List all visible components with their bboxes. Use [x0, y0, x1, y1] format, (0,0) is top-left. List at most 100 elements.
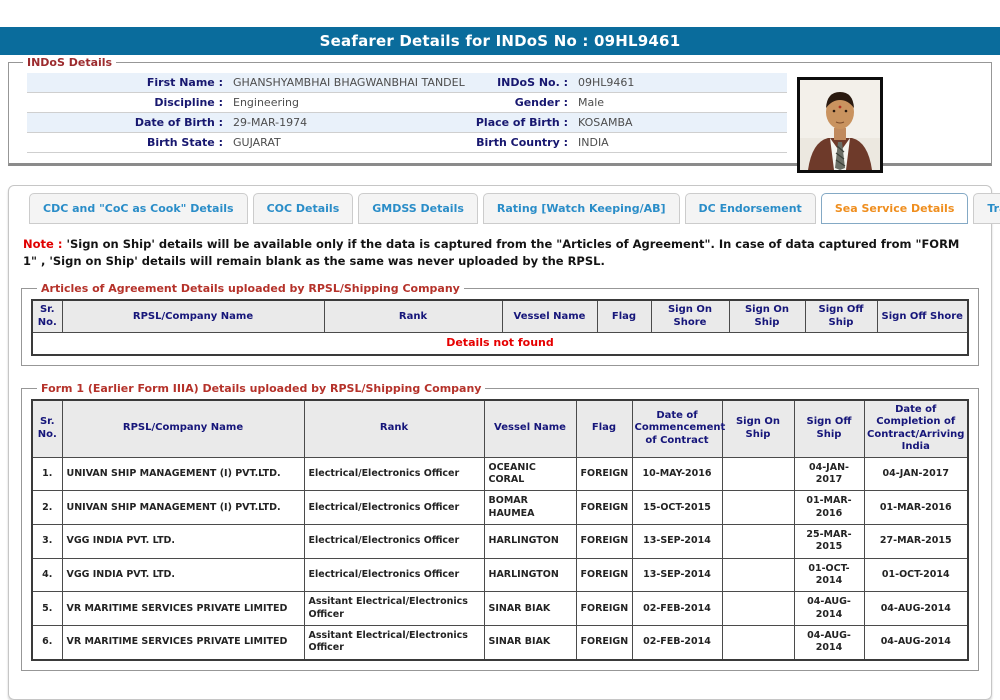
- cell-sign-off-ship: 01-MAR-2016: [794, 491, 864, 525]
- gender-label: Gender :: [462, 96, 572, 109]
- form1-legend: Form 1 (Earlier Form IIIA) Details uploa…: [37, 382, 485, 395]
- column-header-flag: Flag: [597, 300, 651, 333]
- date-of-birth-value: 29-MAR-1974: [227, 116, 462, 129]
- discipline-value: Engineering: [227, 96, 462, 109]
- indos-row-name: First Name : GHANSHYAMBHAI BHAGWANBHAI T…: [27, 73, 787, 93]
- cell-sr-no: 3.: [32, 525, 62, 559]
- cell-sign-off-ship: 04-AUG-2014: [794, 626, 864, 660]
- cell-date-of-commencement-of-contract: 15-OCT-2015: [632, 491, 722, 525]
- column-header-date-of-completion-of-contract-arriving-india: Date of Completion of Contract/Arriving …: [864, 400, 968, 458]
- cell-vessel-name: HARLINGTON: [484, 525, 576, 559]
- column-header-rank: Rank: [324, 300, 502, 333]
- column-header-vessel-name: Vessel Name: [484, 400, 576, 458]
- page-title: Seafarer Details for INDoS No : 09HL9461: [0, 27, 1000, 55]
- cell-sign-on-ship: [722, 491, 794, 525]
- column-header-rpsl-company-name: RPSL/Company Name: [62, 400, 304, 458]
- cell-sign-on-ship: [722, 626, 794, 660]
- tab-bar: CDC and "CoC as Cook" DetailsCOC Details…: [29, 193, 981, 224]
- articles-legend: Articles of Agreement Details uploaded b…: [37, 282, 464, 295]
- cell-flag: FOREIGN: [576, 457, 632, 491]
- cell-vessel-name: BOMAR HAUMEA: [484, 491, 576, 525]
- cell-sign-on-ship: [722, 457, 794, 491]
- column-header-sign-on-ship: Sign On Ship: [729, 300, 805, 333]
- cell-flag: FOREIGN: [576, 626, 632, 660]
- cell-rank: Electrical/Electronics Officer: [304, 457, 484, 491]
- discipline-label: Discipline :: [27, 96, 227, 109]
- form1-table: Sr. No.RPSL/Company NameRankVessel NameF…: [31, 399, 969, 661]
- cell-date-of-completion-of-contract-arriving-india: 04-AUG-2014: [864, 592, 968, 626]
- cell-flag: FOREIGN: [576, 558, 632, 592]
- cell-date-of-completion-of-contract-arriving-india: 27-MAR-2015: [864, 525, 968, 559]
- tab-gmdss-details[interactable]: GMDSS Details: [358, 193, 478, 224]
- table-row: 5.VR MARITIME SERVICES PRIVATE LIMITEDAs…: [32, 592, 968, 626]
- tab-rating-watch-keeping-ab[interactable]: Rating [Watch Keeping/AB]: [483, 193, 680, 224]
- cell-rank: Electrical/Electronics Officer: [304, 491, 484, 525]
- cell-date-of-commencement-of-contract: 10-MAY-2016: [632, 457, 722, 491]
- cell-flag: FOREIGN: [576, 525, 632, 559]
- cell-sign-on-ship: [722, 558, 794, 592]
- table-row: 2.UNIVAN SHIP MANAGEMENT (I) PVT.LTD.Ele…: [32, 491, 968, 525]
- tab-sea-service-details[interactable]: Sea Service Details: [821, 193, 969, 224]
- column-header-flag: Flag: [576, 400, 632, 458]
- column-header-rpsl-company-name: RPSL/Company Name: [62, 300, 324, 333]
- cell-rank: Assitant Electrical/Electronics Officer: [304, 592, 484, 626]
- cell-sign-on-ship: [722, 592, 794, 626]
- cell-sign-off-ship: 01-OCT-2014: [794, 558, 864, 592]
- indos-row-discipline: Discipline : Engineering Gender : Male: [27, 93, 787, 113]
- table-row: 4.VGG INDIA PVT. LTD.Electrical/Electron…: [32, 558, 968, 592]
- cell-rpsl-company-name: VGG INDIA PVT. LTD.: [62, 558, 304, 592]
- table-row: 1.UNIVAN SHIP MANAGEMENT (I) PVT.LTD.Ele…: [32, 457, 968, 491]
- gender-value: Male: [572, 96, 787, 109]
- cell-rpsl-company-name: UNIVAN SHIP MANAGEMENT (I) PVT.LTD.: [62, 491, 304, 525]
- articles-of-agreement-section: Articles of Agreement Details uploaded b…: [21, 282, 979, 365]
- place-of-birth-value: KOSAMBA: [572, 116, 787, 129]
- birth-country-value: INDIA: [572, 136, 787, 149]
- cell-vessel-name: HARLINGTON: [484, 558, 576, 592]
- birth-state-value: GUJARAT: [227, 136, 462, 149]
- empty-row: Details not found: [32, 333, 968, 355]
- cell-date-of-commencement-of-contract: 13-SEP-2014: [632, 558, 722, 592]
- column-header-date-of-commencement-of-contract: Date of Commencement of Contract: [632, 400, 722, 458]
- place-of-birth-label: Place of Birth :: [462, 116, 572, 129]
- indos-details-legend: INDoS Details: [23, 56, 116, 69]
- tab-coc-details[interactable]: COC Details: [253, 193, 354, 224]
- cell-sr-no: 2.: [32, 491, 62, 525]
- cell-sr-no: 6.: [32, 626, 62, 660]
- column-header-sign-on-ship: Sign On Ship: [722, 400, 794, 458]
- articles-table: Sr. No.RPSL/Company NameRankVessel NameF…: [31, 299, 969, 355]
- indos-no-label: INDoS No. :: [462, 76, 572, 89]
- cell-sign-off-ship: 04-AUG-2014: [794, 592, 864, 626]
- indos-row-state: Birth State : GUJARAT Birth Country : IN…: [27, 133, 787, 153]
- birth-country-label: Birth Country :: [462, 136, 572, 149]
- indos-details-grid: First Name : GHANSHYAMBHAI BHAGWANBHAI T…: [27, 73, 787, 153]
- tab-dc-endorsement[interactable]: DC Endorsement: [685, 193, 816, 224]
- date-of-birth-label: Date of Birth :: [27, 116, 227, 129]
- cell-sign-on-ship: [722, 525, 794, 559]
- tab-cdc-and-coc-as-cook-details[interactable]: CDC and "CoC as Cook" Details: [29, 193, 248, 224]
- column-header-sign-on-shore: Sign On Shore: [651, 300, 729, 333]
- cell-sign-off-ship: 25-MAR-2015: [794, 525, 864, 559]
- cell-date-of-completion-of-contract-arriving-india: 01-MAR-2016: [864, 491, 968, 525]
- cell-sr-no: 1.: [32, 457, 62, 491]
- cell-sr-no: 5.: [32, 592, 62, 626]
- column-header-sr-no: Sr. No.: [32, 300, 62, 333]
- cell-flag: FOREIGN: [576, 491, 632, 525]
- tab-training-details[interactable]: Training Details: [973, 193, 1000, 224]
- cell-rpsl-company-name: VGG INDIA PVT. LTD.: [62, 525, 304, 559]
- seafarer-photo-image: [800, 80, 880, 170]
- table-row: 6.VR MARITIME SERVICES PRIVATE LIMITEDAs…: [32, 626, 968, 660]
- cell-rpsl-company-name: UNIVAN SHIP MANAGEMENT (I) PVT.LTD.: [62, 457, 304, 491]
- note-body: 'Sign on Ship' details will be available…: [23, 237, 959, 268]
- cell-rank: Electrical/Electronics Officer: [304, 558, 484, 592]
- column-header-sign-off-ship: Sign Off Ship: [805, 300, 877, 333]
- tab-content-panel: CDC and "CoC as Cook" DetailsCOC Details…: [8, 185, 992, 700]
- column-header-sign-off-ship: Sign Off Ship: [794, 400, 864, 458]
- cell-date-of-commencement-of-contract: 02-FEB-2014: [632, 626, 722, 660]
- seafarer-photo: [797, 77, 883, 173]
- cell-date-of-completion-of-contract-arriving-india: 04-JAN-2017: [864, 457, 968, 491]
- cell-date-of-commencement-of-contract: 02-FEB-2014: [632, 592, 722, 626]
- indos-row-birth: Date of Birth : 29-MAR-1974 Place of Bir…: [27, 113, 787, 133]
- cell-rpsl-company-name: VR MARITIME SERVICES PRIVATE LIMITED: [62, 592, 304, 626]
- cell-date-of-commencement-of-contract: 13-SEP-2014: [632, 525, 722, 559]
- birth-state-label: Birth State :: [27, 136, 227, 149]
